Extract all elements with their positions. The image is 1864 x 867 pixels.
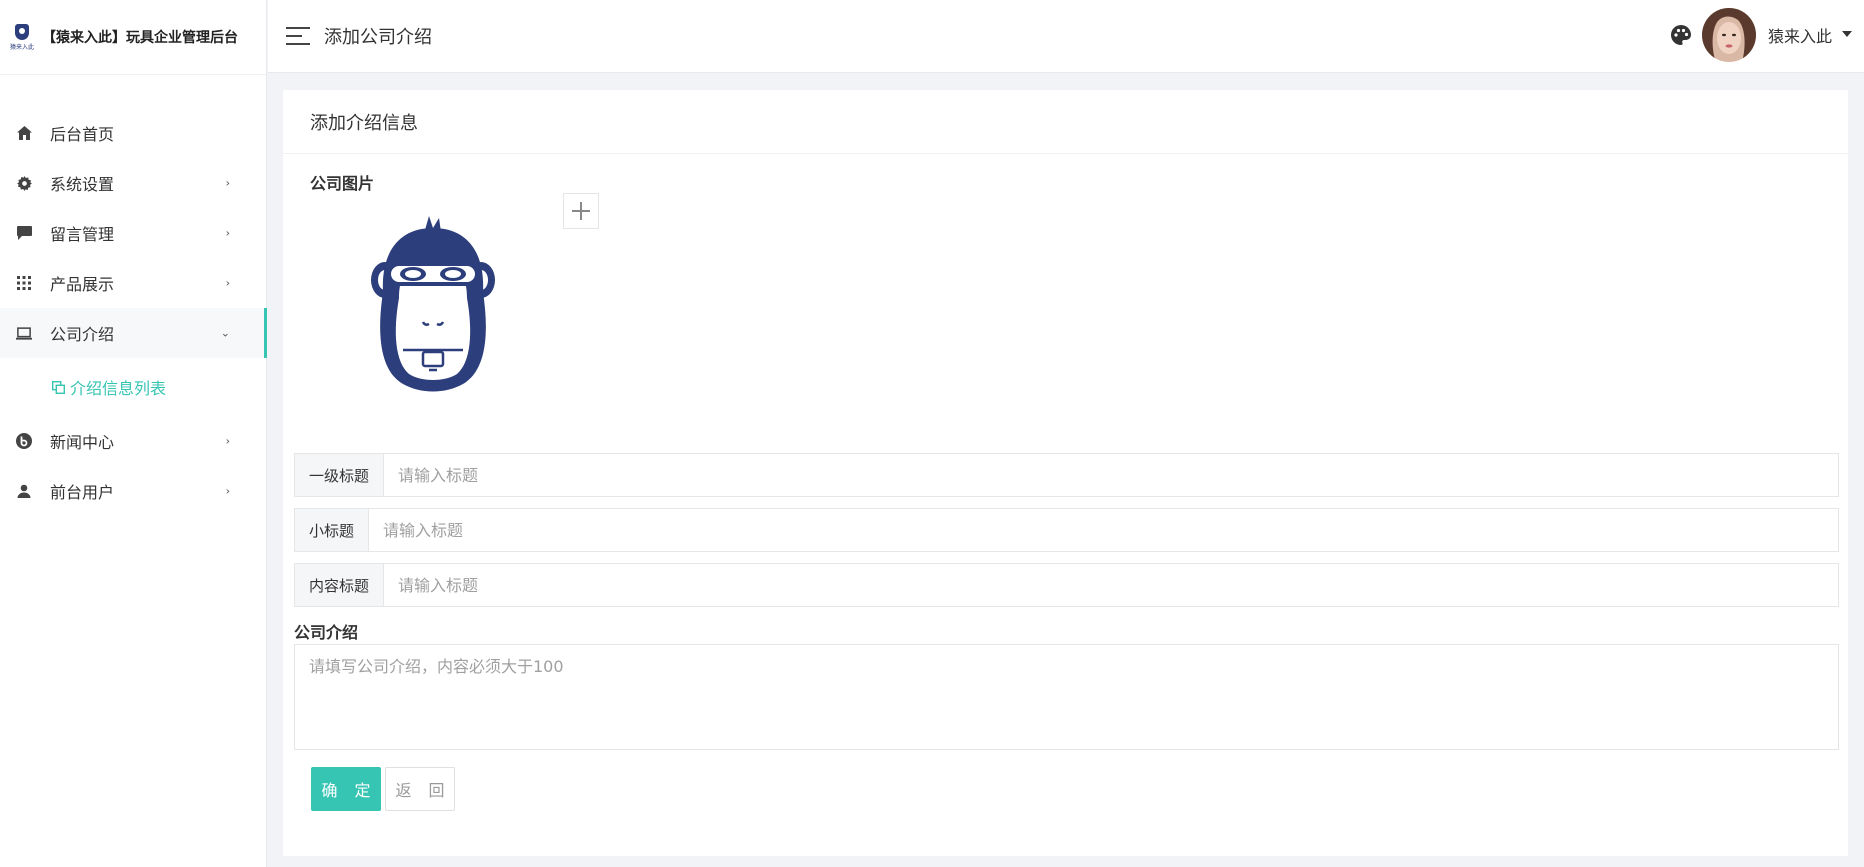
main-title-input[interactable] bbox=[384, 454, 1838, 496]
sidebar-item-label: 前台用户 bbox=[50, 483, 115, 502]
chevron-down-icon: ⌄ bbox=[220, 326, 230, 340]
sidebar-item-label: 产品展示 bbox=[50, 275, 115, 294]
gear-icon bbox=[16, 175, 32, 191]
caret-down-icon[interactable] bbox=[1842, 31, 1852, 37]
confirm-button[interactable]: 确 定 bbox=[311, 767, 381, 811]
sidebar-item-label: 系统设置 bbox=[50, 175, 115, 194]
brand-logo-text: 猿来入此 bbox=[9, 43, 34, 51]
page-title: 添加公司介绍 bbox=[324, 27, 432, 48]
content-panel: 添加介绍信息 公司图片 一级标题 请输入标题 小标题 请输入标题 内容标题 请输… bbox=[283, 90, 1848, 856]
subtitle-input[interactable] bbox=[369, 509, 1838, 551]
field-content-title: 内容标题 bbox=[294, 563, 1839, 607]
field-label: 一级标题 bbox=[295, 454, 385, 496]
add-image-button[interactable] bbox=[563, 193, 599, 229]
brand[interactable]: 猿来入此 【猿来入此】玩具企业管理后台 bbox=[0, 0, 266, 75]
brand-logo: 猿来入此 bbox=[8, 20, 36, 54]
chevron-right-icon: › bbox=[225, 176, 230, 190]
chevron-right-icon: › bbox=[225, 434, 230, 448]
grid-icon bbox=[16, 275, 32, 291]
shield-logo-icon bbox=[15, 23, 29, 40]
sidebar-subitem-intro-list[interactable]: 介绍信息列表 bbox=[0, 358, 266, 416]
news-icon bbox=[16, 433, 32, 449]
laptop-icon bbox=[16, 325, 32, 341]
content-title-input[interactable] bbox=[384, 564, 1838, 606]
monkey-logo-image bbox=[363, 212, 503, 394]
company-intro-textarea[interactable] bbox=[294, 644, 1839, 750]
sidebar-item-label: 留言管理 bbox=[50, 225, 115, 244]
panel-title: 添加介绍信息 bbox=[283, 90, 1848, 154]
user-name[interactable]: 猿来入此 bbox=[1768, 23, 1832, 47]
sidebar-subitem-label: 介绍信息列表 bbox=[70, 379, 167, 398]
sidebar-item-system-settings[interactable]: 系统设置 › bbox=[0, 158, 266, 208]
home-icon bbox=[16, 125, 32, 141]
menu-toggle-icon[interactable] bbox=[286, 27, 310, 45]
image-field-label: 公司图片 bbox=[310, 174, 375, 193]
sidebar-menu: 后台首页 系统设置 › 留言管理 › 产品展示 › 公司介绍 ⌄ 介绍信息列表 … bbox=[0, 108, 267, 516]
chevron-right-icon: › bbox=[225, 484, 230, 498]
palette-icon[interactable] bbox=[1670, 24, 1692, 46]
sidebar-item-messages[interactable]: 留言管理 › bbox=[0, 208, 266, 258]
sidebar-item-company-intro[interactable]: 公司介绍 ⌄ bbox=[0, 308, 267, 358]
chevron-right-icon: › bbox=[225, 226, 230, 240]
brand-title: 【猿来入此】玩具企业管理后台 bbox=[42, 30, 238, 46]
user-icon bbox=[16, 483, 32, 499]
intro-field-label: 公司介绍 bbox=[294, 623, 359, 642]
top-header: 添加公司介绍 猿来入此 bbox=[268, 0, 1864, 73]
sidebar-item-news[interactable]: 新闻中心 › bbox=[0, 416, 266, 466]
chevron-right-icon: › bbox=[225, 276, 230, 290]
field-label: 内容标题 bbox=[295, 564, 385, 606]
sidebar-item-label: 后台首页 bbox=[50, 125, 115, 144]
sidebar-item-label: 新闻中心 bbox=[50, 433, 115, 452]
sidebar-item-label: 公司介绍 bbox=[50, 325, 115, 344]
sidebar: 猿来入此 【猿来入此】玩具企业管理后台 后台首页 系统设置 › 留言管理 › 产… bbox=[0, 0, 267, 867]
field-subtitle: 小标题 bbox=[294, 508, 1839, 552]
copy-icon bbox=[52, 380, 65, 394]
avatar[interactable] bbox=[1702, 8, 1756, 62]
plus-icon bbox=[572, 202, 590, 220]
sidebar-item-frontend-users[interactable]: 前台用户 › bbox=[0, 466, 266, 516]
comment-icon bbox=[16, 225, 32, 241]
field-label: 小标题 bbox=[295, 509, 370, 551]
back-button[interactable]: 返 回 bbox=[385, 767, 455, 811]
sidebar-item-products[interactable]: 产品展示 › bbox=[0, 258, 266, 308]
field-main-title: 一级标题 bbox=[294, 453, 1839, 497]
sidebar-item-home[interactable]: 后台首页 bbox=[0, 108, 266, 158]
